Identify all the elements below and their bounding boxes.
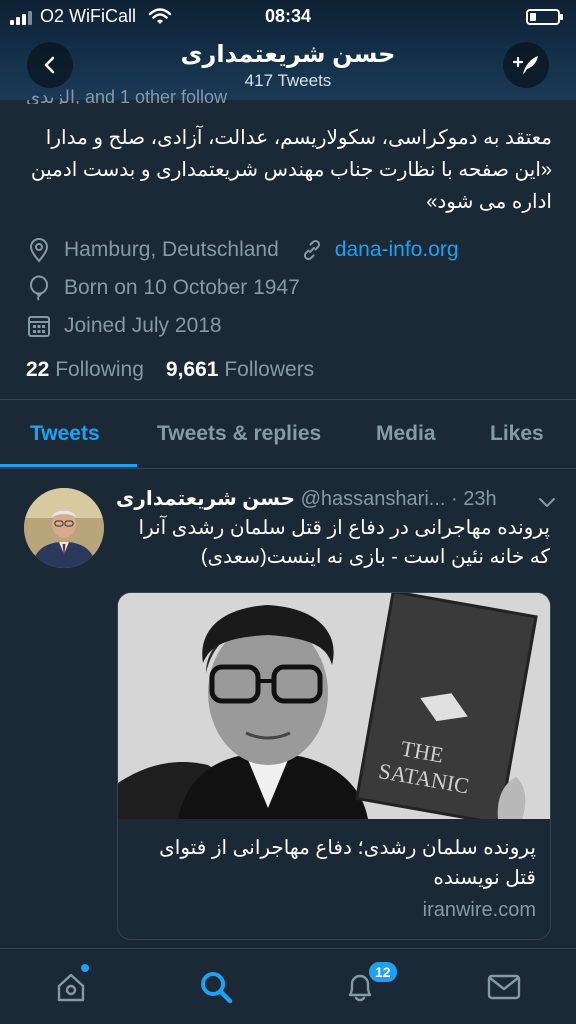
bottom-navigation [0,948,576,1024]
avatar[interactable] [24,488,104,568]
balloon-icon [26,275,52,301]
tweet-item[interactable]: حسن شریعتمداری @hassanshari... · 23h پرو… [0,470,576,945]
calendar-icon [26,313,52,339]
tweet-author-handle[interactable]: @hassanshari... [301,488,446,510]
followed-by-text[interactable]: الزیدي, and 1 other follow [26,88,546,104]
location-row: Hamburg, Deutschland dana-info.org [26,235,459,265]
tab-tweets[interactable]: Tweets [30,422,100,446]
profile-header: O2 WiFiCall 08:34 حسن شریعتمداری 417 Twe… [0,0,576,100]
home-new-content-dot [81,964,89,972]
link-card-domain: iranwire.com [422,899,536,921]
link-card-image: THE SATANIC [118,593,550,819]
chevron-down-icon[interactable] [538,492,556,515]
status-bar: O2 WiFiCall 08:34 [0,0,576,34]
joined-row: Joined July 2018 [26,311,222,341]
search-icon[interactable] [198,969,234,1005]
home-icon[interactable] [53,969,89,1005]
header-name: حسن شریعتمداری [180,41,396,68]
tab-media[interactable]: Media [376,422,436,446]
followers-count: 9,661 [165,358,219,381]
birthday-text: Born on 10 October 1947 [64,276,300,299]
location-pin-icon [26,237,52,263]
location-text: Hamburg, Deutschland [64,238,279,261]
link-card[interactable]: THE SATANIC پرونده سلمان رشدی؛ دفاع مهاج… [117,592,551,940]
followers-label: Followers [224,358,315,381]
following-stat[interactable]: 22 Following [26,358,144,382]
tweet-header: حسن شریعتمداری @hassanshari... · 23h [116,486,556,512]
status-time: 08:34 [264,6,312,26]
messages-icon[interactable] [486,969,522,1005]
following-label: Following [55,358,144,381]
tweet-time: 23h [463,488,497,510]
followers-stat[interactable]: 9,661 Followers [166,358,314,382]
birthday-row: Born on 10 October 1947 [26,273,300,303]
notification-badge: 12 [367,960,399,984]
joined-text: Joined July 2018 [64,314,222,337]
tweet-text: پرونده مهاجرانی در دفاع از قتل سلمان رشد… [138,517,551,568]
link-card-title: پرونده سلمان رشدی؛ دفاع مهاجرانی از فتوا… [159,837,536,889]
link-icon [299,237,325,263]
active-tab-indicator [0,464,137,467]
compose-tweet-icon [512,56,538,74]
tab-tweets-and-replies[interactable]: Tweets & replies [157,422,321,446]
website-link[interactable]: dana-info.org [335,238,459,262]
battery-icon [526,9,563,25]
tab-likes[interactable]: Likes [490,422,544,446]
header-title-block: حسن شریعتمداری 417 Tweets [0,40,576,92]
follow-counts: 22 Following 9,661 Followers [26,358,314,382]
following-count: 22 [26,358,50,381]
tweet-author-name[interactable]: حسن شریعتمداری [116,488,295,510]
profile-bio: معتقد به دموکراسی، سکولاریسم، عدالت، آزا… [30,127,552,213]
profile-tabs: Tweets Tweets & replies Media Likes [0,399,576,469]
tweet-separator: · [451,488,458,510]
compose-tweet-button[interactable] [503,42,549,88]
